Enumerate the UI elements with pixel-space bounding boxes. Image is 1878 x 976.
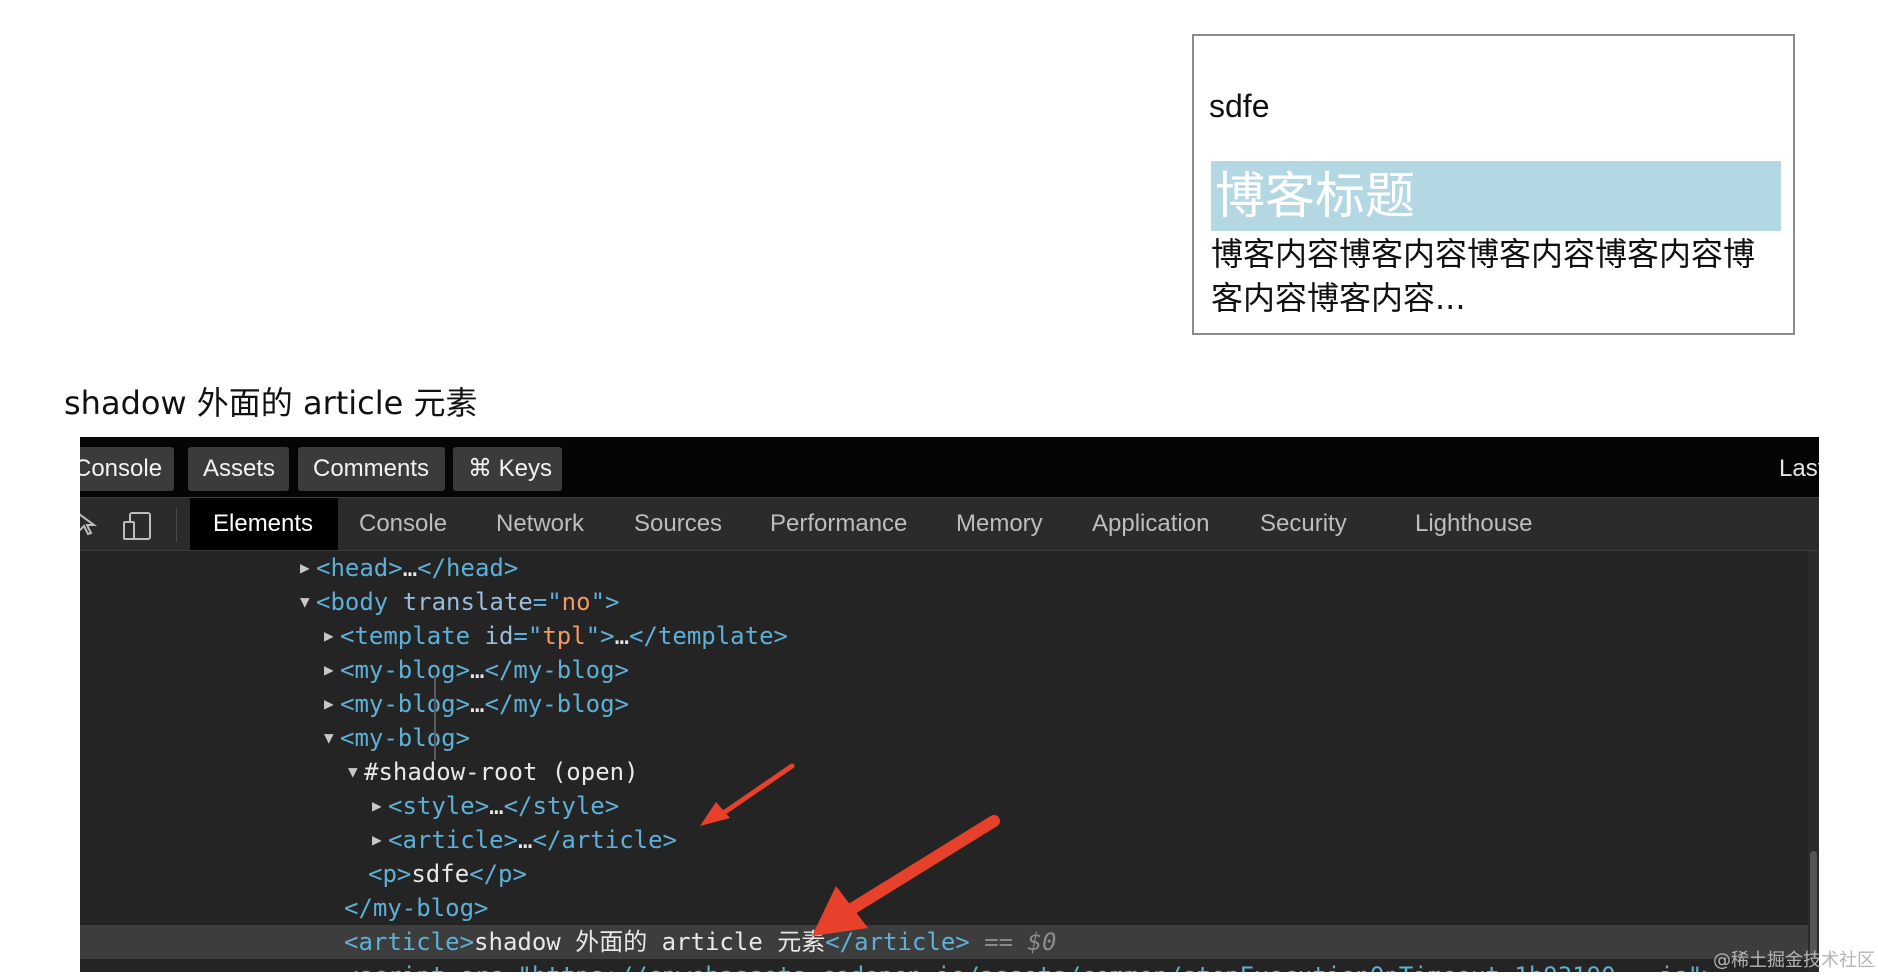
codepen-toolbar: Console Assets Comments ⌘ Keys Last <box>80 437 1819 497</box>
tab-elements[interactable]: Elements <box>190 498 338 550</box>
tree-row-template[interactable]: ▶ <template id="tpl">…</template> <box>80 619 1819 653</box>
tree-row-my-blog-2[interactable]: ▶ <my-blog>…</my-blog> <box>80 687 1819 721</box>
tab-console[interactable]: Console <box>359 498 447 550</box>
device-toolbar-icon[interactable] <box>122 511 154 546</box>
outer-article-label: shadow 外面的 article 元素 <box>64 384 478 422</box>
tab-application[interactable]: Application <box>1092 498 1209 550</box>
outer-article-text: shadow 外面的 article 元素 <box>64 378 478 424</box>
dom-tree: ▶ <head>…</head> ▼ <body translate="no"> ▶… <box>80 551 1819 972</box>
collapse-arrow-icon[interactable]: ▼ <box>348 755 364 789</box>
tree-scrollbar[interactable] <box>1808 551 1819 972</box>
tree-row-p[interactable]: <p>sdfe</p> <box>80 857 1819 891</box>
tab-separator <box>176 508 177 542</box>
last-saved-label: Last <box>1779 455 1819 482</box>
expand-arrow-icon[interactable]: ▶ <box>324 653 340 687</box>
preview-paragraph: sdfe <box>1209 88 1270 124</box>
tree-row-script[interactable]: <script src="https://cpwebassets.codepen… <box>80 959 1819 972</box>
tree-row-head[interactable]: ▶ <head>…</head> <box>80 551 1819 585</box>
tree-row-my-blog-1[interactable]: ▶ <my-blog>…</my-blog> <box>80 653 1819 687</box>
collapse-arrow-icon[interactable]: ▼ <box>324 721 340 755</box>
tree-row-shadow-article[interactable]: ▶ <article>…</article> <box>80 823 1819 857</box>
tab-performance[interactable]: Performance <box>770 498 907 550</box>
keys-button[interactable]: ⌘ Keys <box>453 447 562 491</box>
preview-blog-title: 博客标题 <box>1211 161 1781 231</box>
tree-row-my-blog-3[interactable]: ▼ <my-blog> <box>80 721 1819 755</box>
blog-preview-card: sdfe 博客标题 博客内容博客内容博客内容博客内容博客内容博客内容... <box>1192 34 1795 335</box>
expand-arrow-icon[interactable]: ▶ <box>324 619 340 653</box>
tab-network[interactable]: Network <box>496 498 584 550</box>
tree-row-my-blog-close[interactable]: </my-blog> <box>80 891 1819 925</box>
console-button[interactable]: Console <box>80 447 174 491</box>
tree-row-selected-article[interactable]: <article>shadow 外面的 article 元素</article>… <box>80 925 1819 959</box>
expand-arrow-icon[interactable]: ▶ <box>300 551 316 585</box>
tab-lighthouse[interactable]: Lighthouse <box>1415 498 1532 550</box>
tree-row-shadow-root[interactable]: ▼ #shadow-root (open) <box>80 755 1819 789</box>
tab-sources[interactable]: Sources <box>634 498 722 550</box>
assets-button[interactable]: Assets <box>188 447 289 491</box>
watermark: @稀土掘金技术社区 <box>1713 950 1875 971</box>
comments-button[interactable]: Comments <box>298 447 445 491</box>
expand-arrow-icon[interactable]: ▶ <box>324 687 340 721</box>
expand-arrow-icon[interactable]: ▶ <box>372 823 388 857</box>
tab-security[interactable]: Security <box>1260 498 1347 550</box>
selected-node-marker: == $0 <box>969 928 1057 956</box>
collapse-arrow-icon[interactable]: ▼ <box>300 585 316 619</box>
tree-row-body[interactable]: ▼ <body translate="no"> <box>80 585 1819 619</box>
tab-memory[interactable]: Memory <box>956 498 1043 550</box>
devtools-panel: Console Assets Comments ⌘ Keys Last Elem… <box>80 437 1819 972</box>
shadow-root-guide-line <box>434 675 436 760</box>
scrollbar-thumb[interactable] <box>1810 851 1817 957</box>
tree-row-style[interactable]: ▶ <style>…</style> <box>80 789 1819 823</box>
expand-arrow-icon[interactable]: ▶ <box>372 789 388 823</box>
preview-blog-content: 博客内容博客内容博客内容博客内容博客内容博客内容... <box>1211 235 1756 317</box>
devtools-tabbar: Elements Console Network Sources Perform… <box>80 497 1819 551</box>
inspect-cursor-icon[interactable] <box>80 511 100 542</box>
